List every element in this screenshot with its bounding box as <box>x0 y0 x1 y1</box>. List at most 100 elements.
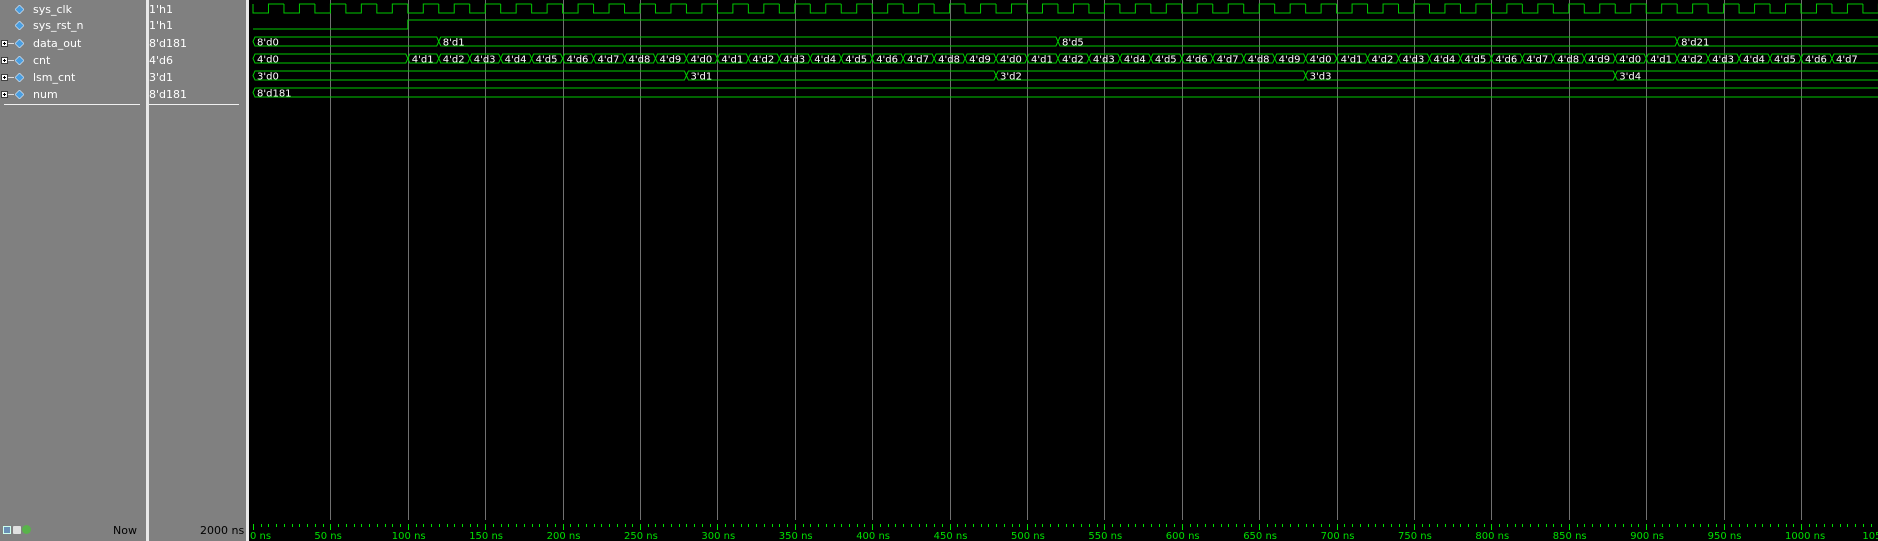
ruler-label: 950 ns <box>1708 531 1742 541</box>
signal-row-lsm-cnt[interactable]: lsm_cnt <box>0 70 146 86</box>
signal-row-cnt[interactable]: cnt <box>0 53 146 69</box>
bus-value-label: 4'd5 <box>1464 55 1486 66</box>
bus-segment <box>252 36 440 47</box>
bus-cnt: 4'd0 4'd1 4'd2 4'd3 4'd4 4'd5 4'd6 4'd7 4'd8 4'd9… <box>252 53 1878 66</box>
bus-value-label: 8'd0 <box>257 38 279 49</box>
ruler-label: 1000 ns <box>1785 531 1825 541</box>
time-ruler[interactable]: 0 ns 50 ns 100 ns 150 ns 200 ns 250 ns 300 ns 3… <box>249 520 1878 541</box>
value-row: 1'h1 <box>149 18 246 34</box>
bus-value-label: 4'd0 <box>690 55 712 66</box>
signal-diamond-icon <box>15 73 24 82</box>
bus-value-label: 4'd6 <box>1495 55 1517 66</box>
bus-value-label: 4'd3 <box>1712 55 1734 66</box>
row-separator <box>149 104 239 105</box>
signal-value: 1'h1 <box>149 19 173 32</box>
signal-value: 3'd1 <box>149 71 174 84</box>
tree-connector <box>8 94 14 95</box>
signal-row-data-out[interactable]: data_out <box>0 36 146 52</box>
bus-value-label: 3'd2 <box>1000 72 1022 83</box>
expand-plus-icon[interactable] <box>1 57 8 64</box>
signal-name: cnt <box>33 54 51 67</box>
bus-segment <box>438 36 1059 47</box>
bus-value-label: 4'd0 <box>1619 55 1641 66</box>
bus-value-label: 4'd2 <box>752 55 774 66</box>
cursor-toolbar[interactable] <box>3 524 31 536</box>
sys-clk-wave <box>252 3 1878 14</box>
signal-row-num[interactable]: num <box>0 87 146 103</box>
bus-value-label: 4'd5 <box>536 55 558 66</box>
cursor-circle-icon[interactable] <box>22 525 31 534</box>
value-row: 8'd181 <box>149 87 246 103</box>
bus-value-label: 4'd8 <box>629 55 651 66</box>
bus-value-label: 4'd2 <box>443 55 465 66</box>
bus-value-label: 4'd5 <box>1155 55 1177 66</box>
bus-value-label: 4'd7 <box>907 55 929 66</box>
ruler-label: 0 ns <box>250 531 271 541</box>
pane-splitter[interactable] <box>146 520 149 541</box>
add-cursor-icon[interactable] <box>3 526 11 534</box>
ruler-label: 750 ns <box>1398 531 1432 541</box>
bus-value-label: 8'd181 <box>257 89 292 100</box>
signal-value: 8'd181 <box>149 88 188 101</box>
ruler-label: 250 ns <box>624 531 658 541</box>
expand-plus-icon[interactable] <box>1 74 8 81</box>
sys-rst-n-wave <box>253 19 1878 30</box>
signal-name: lsm_cnt <box>33 71 76 84</box>
bus-value-label: 4'd7 <box>1217 55 1239 66</box>
bus-segment <box>252 70 687 81</box>
bus-value-label: 4'd1 <box>1341 55 1363 66</box>
bus-value-label: 4'd6 <box>876 55 898 66</box>
bus-value-label: 8'd5 <box>1062 38 1084 49</box>
bus-segment <box>1305 70 1616 81</box>
waveform-canvas[interactable]: 8'd0 8'd1 8'd5 8'd214'd0 4'd1 4'd2 4'd3 4'd4 4'd… <box>249 0 1878 520</box>
bus-value-label: 4'd1 <box>412 55 434 66</box>
ruler-label: 300 ns <box>701 531 735 541</box>
ruler-label: 350 ns <box>779 531 813 541</box>
signal-name: num <box>33 88 58 101</box>
signal-name-pane: sys_clk sys_rst_n data_out cnt lsm_cnt n… <box>0 0 146 520</box>
signal-value-pane: 1'h1 1'h1 8'd181 4'd6 3'd1 8'd181 <box>149 0 246 520</box>
bus-value-label: 4'd9 <box>1588 55 1610 66</box>
bus-value-label: 4'd1 <box>1650 55 1672 66</box>
signal-row-sys-rst-n[interactable]: sys_rst_n <box>0 18 146 34</box>
ruler-label: 850 ns <box>1553 531 1587 541</box>
ruler-label: 200 ns <box>547 531 581 541</box>
signal-diamond-icon <box>15 90 24 99</box>
bus-value-label: 8'd1 <box>443 38 465 49</box>
expand-plus-icon[interactable] <box>1 40 8 47</box>
bus-data-out: 8'd0 8'd1 8'd5 8'd21 <box>252 36 1878 49</box>
expand-plus-icon[interactable] <box>1 91 8 98</box>
tree-connector <box>8 60 14 61</box>
ruler-label: 105 <box>1862 531 1878 541</box>
row-separator <box>4 104 140 105</box>
bus-value-label: 4'd6 <box>567 55 589 66</box>
bus-value-label: 4'd2 <box>1681 55 1703 66</box>
bus-value-label: 4'd4 <box>505 55 527 66</box>
signal-row-sys-clk[interactable]: sys_clk <box>0 2 146 18</box>
value-row: 8'd181 <box>149 36 246 52</box>
bus-value-label: 4'd4 <box>1433 55 1455 66</box>
bus-value-label: 4'd0 <box>1000 55 1022 66</box>
ruler-label: 400 ns <box>856 531 890 541</box>
bus-value-label: 4'd3 <box>783 55 805 66</box>
signal-diamond-icon <box>15 39 24 48</box>
bus-value-label: 3'd4 <box>1619 72 1641 83</box>
ruler-label: 550 ns <box>1088 531 1122 541</box>
lock-cursor-icon[interactable] <box>13 526 21 534</box>
value-row: 1'h1 <box>149 2 246 18</box>
bus-segment <box>1057 36 1678 47</box>
bus-value-label: 4'd2 <box>1372 55 1394 66</box>
time-ruler-canvas[interactable]: 0 ns 50 ns 100 ns 150 ns 200 ns 250 ns 300 ns 3… <box>249 520 1878 541</box>
waveform-pane[interactable]: 8'd0 8'd1 8'd5 8'd21 4'd0 4'd1 4'd2 4'd3 4'd4 4'd… <box>249 0 1878 520</box>
bus-segment <box>252 87 1878 98</box>
ruler-label: 500 ns <box>1011 531 1045 541</box>
ruler-label: 450 ns <box>934 531 968 541</box>
tree-connector <box>8 43 14 44</box>
signal-name: data_out <box>33 37 82 50</box>
bus-num: 8'd181 <box>252 87 1878 100</box>
signal-value: 4'd6 <box>149 54 174 67</box>
ruler-label: 800 ns <box>1475 531 1509 541</box>
now-value: 2000 ns <box>200 524 245 537</box>
bus-value-label: 4'd7 <box>1836 55 1858 66</box>
ruler-label: 100 ns <box>392 531 426 541</box>
